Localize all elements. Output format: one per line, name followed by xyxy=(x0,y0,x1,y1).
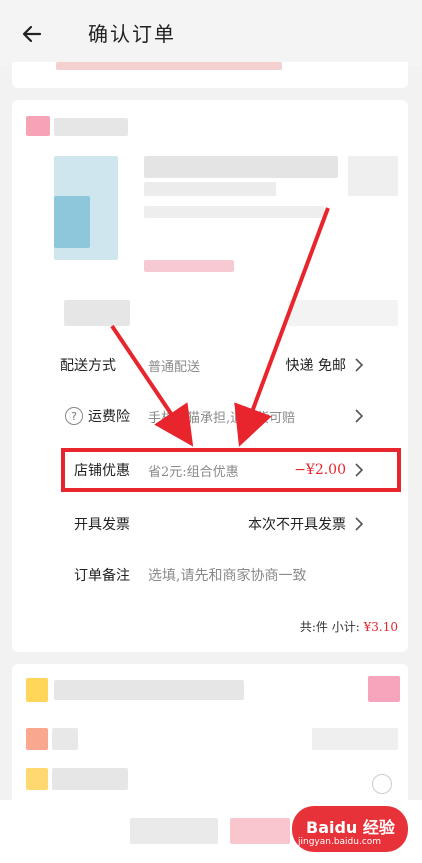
order-note-label: 订单备注 xyxy=(74,568,130,584)
shop-name xyxy=(54,118,128,136)
arrow-left-icon xyxy=(22,25,42,43)
delivery-row[interactable]: 配送方式 普通配送 快递 免邮 xyxy=(0,343,396,387)
product-tag xyxy=(144,260,234,272)
invoice-label: 开具发票 xyxy=(74,517,130,533)
shipping-insurance-row[interactable]: ? 运费险 手机天猫承担,退换货可赔 xyxy=(0,394,396,438)
item-text xyxy=(52,768,128,790)
subtotal-label: 小计: xyxy=(331,620,360,634)
item-icon xyxy=(26,768,48,790)
item-value xyxy=(312,728,398,750)
watermark-main: Baidu 经验 xyxy=(306,818,395,837)
product-price xyxy=(348,156,398,196)
product-title xyxy=(144,156,338,178)
question-icon[interactable]: ? xyxy=(65,407,83,425)
item-text xyxy=(52,728,78,750)
item-icon xyxy=(26,728,48,750)
blurred-text xyxy=(56,62,282,70)
product-title-line2 xyxy=(144,182,276,196)
select-radio[interactable] xyxy=(372,774,392,794)
subtotal: 共:件 小计: ¥3.10 xyxy=(300,618,398,635)
shipping-insurance-label: 运费险 xyxy=(88,409,130,425)
product-image-detail xyxy=(54,196,90,248)
invoice-row[interactable]: 开具发票 本次不开具发票 xyxy=(0,502,396,546)
subtotal-price: ¥3.10 xyxy=(363,620,398,634)
delivery-label: 配送方式 xyxy=(60,358,116,374)
delivery-value: 快递 免邮 xyxy=(285,358,346,374)
quantity-label xyxy=(64,300,130,326)
chevron-right-icon xyxy=(355,517,364,531)
shop-logo xyxy=(26,116,50,136)
back-button[interactable] xyxy=(16,18,48,50)
invoice-value: 本次不开具发票 xyxy=(248,517,346,533)
submit-button[interactable] xyxy=(230,818,290,844)
shop-logo xyxy=(26,678,48,702)
page-title: 确认订单 xyxy=(88,22,176,46)
shop-name xyxy=(54,680,244,700)
order-note-input[interactable]: 选填,请先和商家协商一致 xyxy=(148,565,306,585)
total-price xyxy=(130,818,218,844)
chevron-right-icon xyxy=(355,409,364,423)
order-note-row[interactable]: 订单备注 选填,请先和商家协商一致 xyxy=(0,553,396,597)
app-header: 确认订单 xyxy=(0,0,422,66)
shipping-insurance-desc: 手机天猫承担,退换货可赔 xyxy=(148,410,296,426)
chevron-right-icon xyxy=(355,358,364,372)
baidu-watermark: Baidu 经验 jingyan.baidu.com xyxy=(292,806,408,852)
quantity-stepper[interactable] xyxy=(288,300,398,326)
item-count: 共:件 xyxy=(299,620,328,634)
shop-badge xyxy=(368,676,400,702)
top-card xyxy=(12,62,408,88)
product-spec xyxy=(144,206,324,218)
watermark-sub: jingyan.baidu.com xyxy=(298,837,382,847)
annotation-highlight-box xyxy=(61,448,401,492)
delivery-desc: 普通配送 xyxy=(148,359,201,375)
